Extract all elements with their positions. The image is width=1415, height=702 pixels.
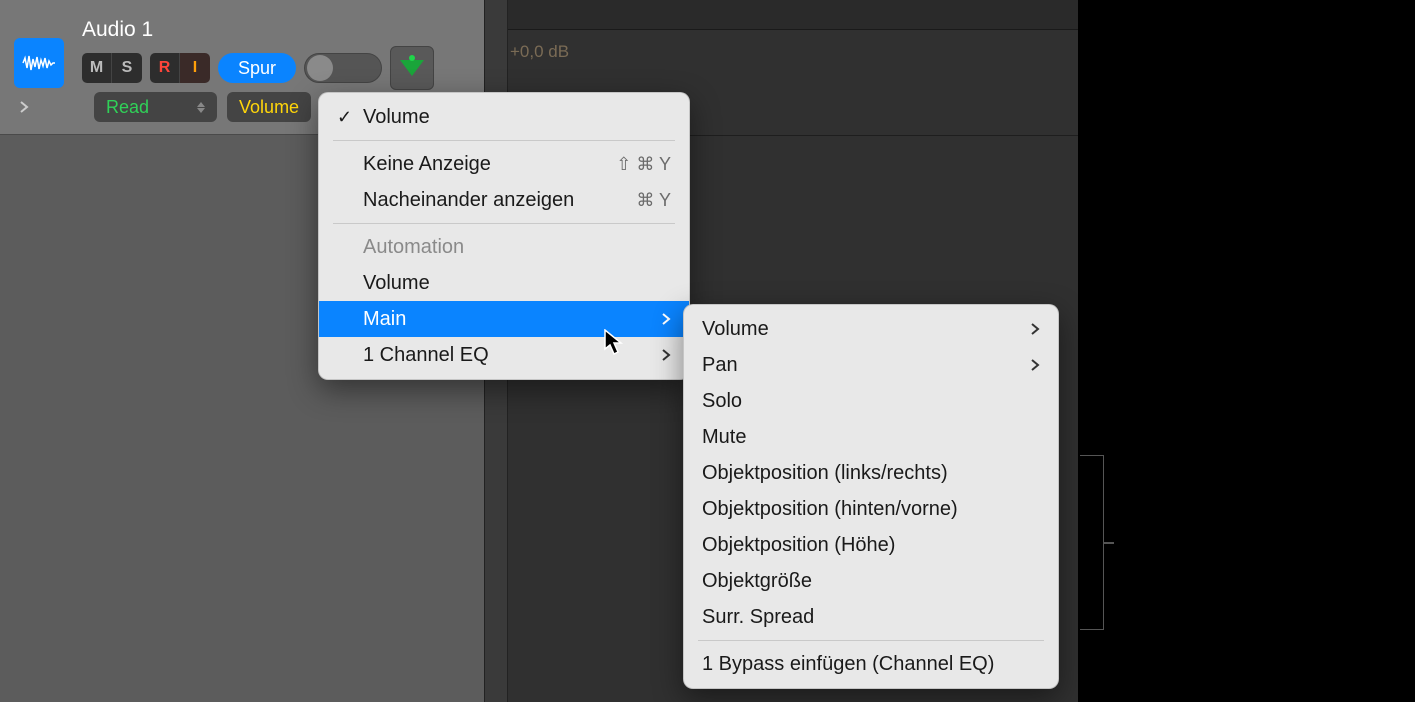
submenu-item-insert-bypass-channel-eq[interactable]: 1 Bypass einfügen (Channel EQ) (684, 646, 1058, 682)
submenu-item-object-position-height[interactable]: Objektposition (Höhe) (684, 527, 1058, 563)
record-enable-button[interactable]: R (150, 53, 180, 83)
right-margin (1078, 0, 1415, 702)
annotation-bracket (1080, 455, 1104, 630)
submenu-arrow-icon (1030, 322, 1040, 336)
automation-disclosure-button[interactable] (390, 46, 434, 90)
toggle-knob (307, 55, 333, 81)
audio-track-icon[interactable] (14, 38, 64, 88)
track-name-label[interactable]: Audio 1 (82, 18, 153, 42)
track-on-off-toggle[interactable] (304, 53, 382, 83)
record-input-group: R I (150, 53, 210, 83)
submenu-item-surround-spread[interactable]: Surr. Spread (684, 599, 1058, 635)
menu-item-automation-main[interactable]: Main (319, 301, 689, 337)
shortcut-label: ⌘ Y (636, 190, 671, 211)
submenu-item-object-size[interactable]: Objektgröße (684, 563, 1058, 599)
submenu-arrow-icon (661, 348, 671, 362)
submenu-item-mute[interactable]: Mute (684, 419, 1058, 455)
annotation-bracket-tick (1104, 542, 1114, 544)
submenu-arrow-icon (1030, 358, 1040, 372)
updown-arrows-icon (197, 102, 205, 113)
check-icon: ✓ (337, 107, 363, 128)
submenu-item-pan[interactable]: Pan (684, 347, 1058, 383)
menu-separator (333, 140, 675, 141)
automation-parameter-label: Volume (239, 97, 299, 118)
automation-parameter-menu: ✓ Volume Keine Anzeige ⇧ ⌘ Y Nacheinande… (318, 92, 690, 380)
expand-subtracks-button[interactable] (14, 97, 34, 117)
shortcut-label: ⇧ ⌘ Y (616, 154, 671, 175)
waveform-icon (22, 53, 56, 73)
triangle-down-icon (400, 60, 424, 76)
menu-separator (698, 640, 1044, 641)
submenu-item-object-position-lr[interactable]: Objektposition (links/rechts) (684, 455, 1058, 491)
submenu-arrow-icon (661, 312, 671, 326)
mute-button[interactable]: M (82, 53, 112, 83)
menu-item-cycle-display[interactable]: Nacheinander anzeigen ⌘ Y (319, 182, 689, 218)
mute-solo-group: M S (82, 53, 142, 83)
automation-active-dot (409, 55, 415, 61)
automation-main-submenu: Volume Pan Solo Mute Objektposition (lin… (683, 304, 1059, 689)
menu-item-volume-checked[interactable]: ✓ Volume (319, 99, 689, 135)
menu-section-header-automation: Automation (319, 229, 689, 265)
submenu-item-object-position-fb[interactable]: Objektposition (hinten/vorne) (684, 491, 1058, 527)
input-monitor-button[interactable]: I (180, 53, 210, 83)
automation-mode-label: Read (106, 97, 149, 118)
track-button-row: M S R I Spur (82, 46, 434, 90)
volume-db-readout: +0,0 dB (510, 42, 569, 62)
automation-mode-dropdown[interactable]: Read (94, 92, 217, 122)
menu-item-no-display[interactable]: Keine Anzeige ⇧ ⌘ Y (319, 146, 689, 182)
submenu-item-volume[interactable]: Volume (684, 311, 1058, 347)
submenu-item-solo[interactable]: Solo (684, 383, 1058, 419)
menu-separator (333, 223, 675, 224)
menu-item-automation-volume[interactable]: Volume (319, 265, 689, 301)
timeline-ruler[interactable] (508, 0, 1078, 30)
solo-button[interactable]: S (112, 53, 142, 83)
track-freeze-button[interactable]: Spur (218, 53, 296, 83)
automation-parameter-dropdown[interactable]: Volume (227, 92, 311, 122)
automation-row: Read Volume (14, 92, 311, 122)
menu-item-automation-channel-eq[interactable]: 1 Channel EQ (319, 337, 689, 373)
